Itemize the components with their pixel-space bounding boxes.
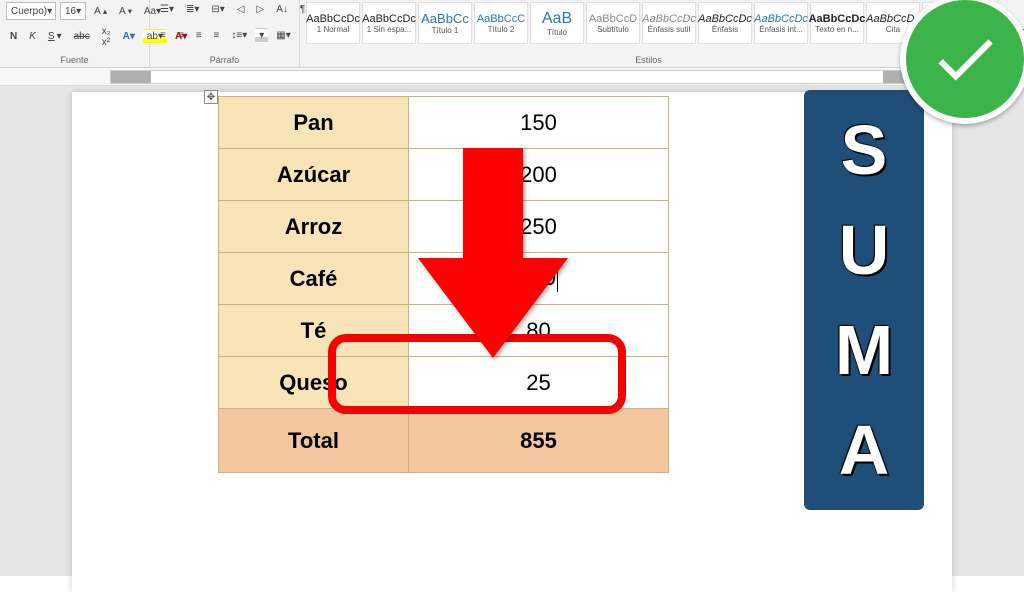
- cell-value-active[interactable]: 150: [409, 253, 669, 305]
- style-subtitle[interactable]: AaBbCcDSubtítulo: [586, 2, 640, 44]
- table-row: Arroz250: [219, 201, 669, 253]
- data-table[interactable]: Pan150 Azúcar200 Arroz250 Café150 Té80 Q…: [218, 96, 669, 473]
- cell-name[interactable]: Queso: [219, 357, 409, 409]
- font-name-select[interactable]: Cuerpo) ▾: [6, 2, 56, 20]
- italic-button[interactable]: K: [25, 29, 40, 44]
- styles-gallery[interactable]: AaBbCcDc1 Normal AaBbCcDc1 Sin espa... A…: [306, 2, 991, 44]
- justify-button[interactable]: ≡: [210, 28, 224, 43]
- shading-button[interactable]: ▾: [255, 28, 268, 43]
- table-row: Té80: [219, 305, 669, 357]
- bullet-list-button[interactable]: ☰▾: [156, 2, 178, 17]
- ribbon-group-styles: AaBbCcDc1 Normal AaBbCcDc1 Sin espa... A…: [300, 0, 998, 67]
- style-strong[interactable]: AaBbCcDcTexto en n...: [810, 2, 864, 44]
- table-row: Café150: [219, 253, 669, 305]
- cell-name[interactable]: Café: [219, 253, 409, 305]
- align-center-button[interactable]: ≡: [174, 28, 188, 43]
- suma-label-box: S U M A: [804, 90, 924, 510]
- ribbon-group-paragraph: ☰▾ ≣▾ ⊟▾ ◁ ▷ A↓ ¶ ≡ ≡ ≡ ≡ ↕≡▾ ▾ ▦▾ Párra…: [150, 0, 300, 67]
- multilevel-list-button[interactable]: ⊟▾: [207, 2, 228, 17]
- cell-value[interactable]: 25: [409, 357, 669, 409]
- sort-button[interactable]: A↓: [272, 2, 292, 17]
- table-row: Pan150: [219, 97, 669, 149]
- strike-button[interactable]: abc: [70, 29, 94, 44]
- align-left-button[interactable]: ≡: [156, 28, 170, 43]
- sub-super-button[interactable]: x₂ x²: [98, 24, 115, 50]
- font-size-select[interactable]: 16 ▾: [60, 2, 86, 20]
- cell-name[interactable]: Azúcar: [219, 149, 409, 201]
- grow-font-button[interactable]: A▴: [90, 4, 111, 19]
- text-cursor: [557, 266, 558, 292]
- horizontal-ruler[interactable]: [0, 68, 1024, 86]
- underline-button[interactable]: S▾: [44, 29, 66, 44]
- suma-letter: A: [839, 410, 890, 490]
- shrink-font-button[interactable]: A▾: [115, 4, 136, 19]
- style-intense-emphasis[interactable]: AaBbCcDcÉnfasis int...: [754, 2, 808, 44]
- borders-button[interactable]: ▦▾: [272, 28, 294, 43]
- cell-name[interactable]: Té: [219, 305, 409, 357]
- indent-right-button[interactable]: ▷: [253, 2, 269, 17]
- number-list-button[interactable]: ≣▾: [182, 2, 203, 17]
- align-right-button[interactable]: ≡: [192, 28, 206, 43]
- checkmark-badge: [900, 0, 1024, 124]
- cell-total-label[interactable]: Total: [219, 409, 409, 473]
- ribbon-group-font: Cuerpo) ▾ 16 ▾ A▴ A▾ Aa▾ N K S▾ abc x₂ x…: [0, 0, 150, 67]
- table-row: Azúcar200: [219, 149, 669, 201]
- cell-value[interactable]: 150: [409, 97, 669, 149]
- cell-value[interactable]: 200: [409, 149, 669, 201]
- style-emphasis[interactable]: AaBbCcDcÉnfasis: [698, 2, 752, 44]
- cell-name[interactable]: Pan: [219, 97, 409, 149]
- cell-value[interactable]: 80: [409, 305, 669, 357]
- table-row-total: Total855: [219, 409, 669, 473]
- check-icon: [928, 22, 1002, 96]
- cell-value[interactable]: 250: [409, 201, 669, 253]
- style-title[interactable]: AaBTítulo: [530, 2, 584, 44]
- table-row: Queso25: [219, 357, 669, 409]
- ribbon: Cuerpo) ▾ 16 ▾ A▴ A▾ Aa▾ N K S▾ abc x₂ x…: [0, 0, 1024, 68]
- style-no-spacing[interactable]: AaBbCcDc1 Sin espa...: [362, 2, 416, 44]
- cell-name[interactable]: Arroz: [219, 201, 409, 253]
- bold-button[interactable]: N: [6, 29, 21, 44]
- text-effects-button[interactable]: A▾: [119, 29, 139, 44]
- ribbon-label-font: Fuente: [6, 53, 143, 65]
- cell-total-value[interactable]: 855: [409, 409, 669, 473]
- suma-letter: U: [839, 210, 890, 290]
- suma-letter: M: [835, 310, 893, 390]
- style-heading1[interactable]: AaBbCcTítulo 1: [418, 2, 472, 44]
- style-heading2[interactable]: AaBbCcCTítulo 2: [474, 2, 528, 44]
- ribbon-label-paragraph: Párrafo: [156, 53, 293, 65]
- style-normal[interactable]: AaBbCcDc1 Normal: [306, 2, 360, 44]
- table-move-handle[interactable]: ✥: [204, 90, 218, 104]
- indent-left-button[interactable]: ◁: [233, 2, 249, 17]
- style-subtle-emphasis[interactable]: AaBbCcDcÉnfasis sutil: [642, 2, 696, 44]
- ribbon-label-styles: Estilos: [306, 53, 991, 65]
- suma-letter: S: [841, 110, 888, 190]
- line-spacing-button[interactable]: ↕≡▾: [227, 28, 251, 43]
